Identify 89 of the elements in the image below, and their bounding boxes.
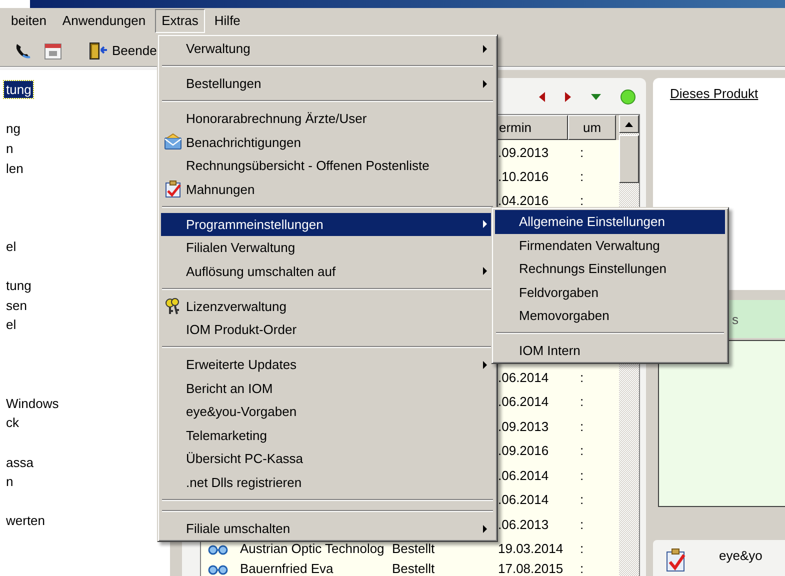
menu-item[interactable]: Mahnungen: [161, 178, 494, 201]
menu-item[interactable]: Filialen Verwaltung: [161, 236, 494, 260]
table-cell-text: Bestellt: [391, 561, 436, 576]
menu-item[interactable]: Memovorgaben: [495, 304, 725, 328]
table-cell-text: Bestellt: [391, 541, 436, 556]
list-item[interactable]: el: [4, 238, 18, 256]
menu-item[interactable]: Auflösung umschalten auf: [161, 260, 494, 283]
menu-item[interactable]: IOM Produkt-Order: [161, 318, 494, 342]
table-cell-text: 19.03.2014: [497, 541, 564, 556]
exit-button[interactable]: Beende: [88, 42, 157, 60]
menu-item[interactable]: Honorarabrechnung Ärzte/User: [161, 107, 494, 130]
table-cell-text: .06.2014: [497, 468, 550, 483]
table-cell-text: .09.2013: [497, 144, 550, 160]
table-cell-text: .06.2014: [497, 394, 550, 410]
down-arrow-icon[interactable]: [590, 93, 602, 101]
menu-item[interactable]: Rechnungs Einstellungen: [495, 257, 725, 280]
section-label: s: [732, 312, 738, 326]
clipboard-check-icon: [665, 548, 687, 572]
table-cell-text: :: [579, 418, 585, 434]
shortcut-card[interactable]: eye&yo: [653, 540, 785, 576]
menu-item[interactable]: Telemarketing: [161, 424, 494, 447]
menu-item[interactable]: IOM Intern: [495, 339, 725, 362]
table-cell-text: Austrian Optic Technolog: [239, 541, 385, 556]
menu-item[interactable]: Verwaltung: [161, 37, 494, 60]
phone-icon[interactable]: [14, 42, 32, 60]
menu-item[interactable]: Erweiterte Updates: [161, 353, 494, 376]
list-item[interactable]: el: [4, 316, 18, 334]
left-arrow-icon[interactable]: [538, 91, 546, 103]
menu-item[interactable]: eye&you-Vorgaben: [161, 400, 494, 424]
list-item[interactable]: assa: [4, 454, 36, 471]
menu-bar-item[interactable]: Anwendungen: [55, 9, 153, 33]
glasses-icon: [207, 542, 229, 555]
list-item[interactable]: ck: [4, 414, 21, 432]
menu-item[interactable]: Programmeinstellungen: [161, 212, 494, 236]
table-cell-text: :: [579, 516, 585, 532]
product-link[interactable]: Dieses Produkt: [670, 86, 758, 101]
table-cell-text: :: [579, 541, 585, 556]
list-item[interactable]: sen: [4, 296, 29, 314]
table-cell-text: Bauernfried Eva: [239, 561, 334, 576]
list-item[interactable]: ng: [4, 120, 22, 138]
table-cell-text: :: [579, 394, 585, 410]
menu-item[interactable]: Benachrichtigungen: [161, 130, 494, 154]
table-cell-text: .06.2013: [497, 516, 550, 532]
up-arrow-icon: [625, 122, 633, 126]
clipboard-check-icon: [164, 180, 182, 198]
right-arrow-icon[interactable]: [564, 91, 572, 103]
table-cell-text: :: [579, 168, 585, 184]
table-cell-text: .09.2013: [497, 418, 550, 434]
menu-item[interactable]: Filiale umschalten: [161, 517, 494, 540]
list-item[interactable]: n: [4, 473, 16, 490]
list-item[interactable]: Windows: [4, 394, 61, 412]
table-cell-text: :: [579, 468, 585, 483]
table-cell-text: :: [579, 492, 585, 508]
table-cell-text: .04.2016: [497, 192, 550, 208]
table-cell-text: :: [579, 192, 585, 208]
table-cell-text: :: [579, 370, 585, 385]
status-light-icon: [620, 89, 636, 105]
list-item[interactable]: n: [4, 140, 16, 158]
menu-item[interactable]: Bestellungen: [161, 72, 494, 96]
table-cell-text: .06.2014: [497, 370, 550, 385]
menu-item[interactable]: Firmendaten Verwaltung: [495, 234, 725, 257]
table-cell-text: .06.2014: [497, 492, 550, 508]
list-item[interactable]: len: [4, 160, 26, 177]
menu-bar-item[interactable]: beiten: [4, 9, 54, 33]
menu-item[interactable]: Feldvorgaben: [495, 280, 725, 304]
table-cell-text: 17.08.2015: [497, 561, 564, 576]
list-item[interactable]: tung: [4, 277, 34, 294]
scroll-thumb[interactable]: [619, 135, 639, 183]
menu-item[interactable]: .net Dlls registrieren: [161, 470, 494, 494]
scroll-up-button[interactable]: [619, 115, 639, 133]
menu-bar-item[interactable]: Hilfe: [207, 9, 248, 33]
menu-item[interactable]: Lizenzverwaltung: [161, 294, 494, 318]
table-cell-text: :: [579, 561, 585, 576]
table-cell-text: .09.2016: [497, 443, 550, 458]
calendar-icon[interactable]: [44, 42, 62, 60]
menu-item[interactable]: Rechnungsübersicht - Offenen Postenliste: [161, 154, 494, 178]
menu-item[interactable]: Übersicht PC-Kassa: [161, 447, 494, 470]
envelope-icon: [164, 133, 182, 152]
menu-item[interactable]: Allgemeine Einstellungen: [495, 210, 725, 234]
menu-item[interactable]: Bericht an IOM: [161, 376, 494, 400]
list-item[interactable]: werten: [4, 512, 48, 530]
glasses-icon: [207, 562, 229, 574]
menu-bar-item[interactable]: Extras: [154, 9, 206, 33]
list-item[interactable]: tung: [4, 81, 34, 98]
door-icon: [88, 42, 108, 60]
table-cell-text: :: [579, 443, 585, 458]
keys-icon: [164, 297, 182, 316]
table-cell-text: .10.2016: [497, 168, 550, 184]
table-cell-text: :: [579, 144, 585, 160]
